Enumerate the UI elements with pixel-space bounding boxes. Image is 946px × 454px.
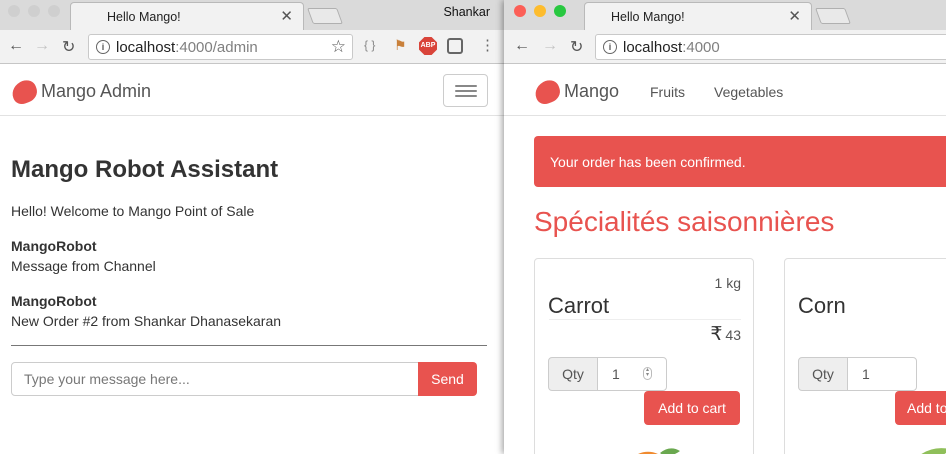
quantity-stepper[interactable]: 1 bbox=[847, 357, 917, 391]
browser-toolbar: ← → ↻ i localhost:4000 bbox=[504, 30, 946, 64]
product-card: 1 Corn Qty 1 Add to bbox=[784, 258, 946, 454]
mango-logo-icon bbox=[8, 77, 41, 107]
welcome-message: Hello! Welcome to Mango Point of Sale bbox=[11, 203, 255, 219]
qty-label: Qty bbox=[548, 357, 598, 391]
chat-message-input[interactable] bbox=[11, 362, 419, 396]
close-window-button[interactable] bbox=[514, 5, 526, 17]
reload-icon[interactable]: ↻ bbox=[62, 37, 75, 57]
add-to-cart-button[interactable]: Add to bbox=[895, 391, 946, 425]
carrot-image-icon bbox=[638, 448, 680, 454]
profile-name[interactable]: Shankar bbox=[443, 5, 490, 19]
url-text: localhost:4000 bbox=[623, 39, 720, 56]
message-author: MangoRobot bbox=[11, 293, 97, 309]
flag-icon[interactable]: ⚑ bbox=[394, 37, 407, 54]
section-heading: Spécialités saisonnières bbox=[534, 206, 835, 237]
tab-close-icon[interactable]: ✕ bbox=[788, 7, 801, 25]
qty-value: 1 bbox=[612, 366, 620, 382]
rupee-icon: ₹ bbox=[710, 324, 723, 345]
address-bar[interactable]: i localhost:4000/admin ☆ bbox=[88, 34, 353, 60]
nav-link-vegetables[interactable]: Vegetables bbox=[714, 84, 783, 100]
tab-title: Hello Mango! bbox=[611, 10, 685, 24]
nav-link-fruits[interactable]: Fruits bbox=[650, 84, 685, 100]
menu-icon[interactable]: ⋮ bbox=[480, 36, 495, 54]
message-author: MangoRobot bbox=[11, 238, 97, 254]
hamburger-bar bbox=[455, 85, 477, 87]
hamburger-bar bbox=[455, 90, 477, 92]
product-weight: 1 kg bbox=[714, 275, 741, 291]
alert-text: Your order has been confirmed. bbox=[550, 154, 746, 170]
page-title: Mango Robot Assistant bbox=[11, 156, 279, 183]
url-text: localhost:4000/admin bbox=[116, 39, 258, 56]
new-tab-button[interactable] bbox=[815, 8, 851, 24]
browser-toolbar: ← → ↻ i localhost:4000/admin ☆ { } ⚑ ABP… bbox=[0, 30, 506, 64]
tab-strip: Hello Mango! ✕ Shankar bbox=[0, 0, 506, 30]
brand-name[interactable]: Mango Admin bbox=[41, 81, 151, 102]
tab-title: Hello Mango! bbox=[107, 10, 181, 24]
back-arrow-icon[interactable]: ← bbox=[514, 37, 530, 55]
send-button[interactable]: Send bbox=[418, 362, 477, 396]
brand-name[interactable]: Mango bbox=[564, 81, 619, 102]
hamburger-menu-button[interactable] bbox=[443, 74, 488, 107]
divider bbox=[11, 345, 487, 346]
add-to-cart-button[interactable]: Add to cart bbox=[644, 391, 740, 425]
store-browser-window: Hello Mango! ✕ ← → ↻ i localhost:4000 Ma… bbox=[504, 0, 946, 454]
forward-arrow-icon[interactable]: → bbox=[542, 37, 558, 55]
braces-icon[interactable]: { } bbox=[364, 38, 375, 52]
corn-image-icon bbox=[921, 448, 946, 454]
quantity-stepper[interactable]: 1 ▴ ▾ bbox=[597, 357, 667, 391]
tab-close-icon[interactable]: ✕ bbox=[280, 7, 293, 25]
product-name: Carrot bbox=[548, 293, 610, 318]
mango-logo-icon bbox=[531, 77, 564, 107]
product-price: ₹43 bbox=[549, 319, 741, 346]
minimize-window-button[interactable] bbox=[534, 5, 546, 17]
info-icon[interactable]: i bbox=[603, 40, 617, 54]
product-image bbox=[905, 445, 946, 454]
price-value: 43 bbox=[725, 327, 741, 343]
order-confirmation-alert: Your order has been confirmed. bbox=[534, 136, 946, 187]
minimize-window-button[interactable] bbox=[28, 5, 40, 17]
new-tab-button[interactable] bbox=[307, 8, 343, 24]
extension-icon[interactable] bbox=[447, 38, 463, 54]
address-bar[interactable]: i localhost:4000 bbox=[595, 34, 946, 60]
message-text: Message from Channel bbox=[11, 258, 156, 274]
product-name: Corn bbox=[798, 293, 846, 318]
product-card: 1 kg Carrot ₹43 Qty 1 ▴ ▾ Add to cart bbox=[534, 258, 754, 454]
zoom-window-button[interactable] bbox=[48, 5, 60, 17]
qty-label: Qty bbox=[798, 357, 848, 391]
store-navbar: Mango Fruits Vegetables bbox=[504, 65, 946, 116]
spinner-icon[interactable]: ▴ ▾ bbox=[643, 367, 652, 380]
browser-tab[interactable]: Hello Mango! ✕ bbox=[584, 2, 812, 30]
zoom-window-button[interactable] bbox=[554, 5, 566, 17]
info-icon[interactable]: i bbox=[96, 40, 110, 54]
browser-tab[interactable]: Hello Mango! ✕ bbox=[70, 2, 304, 30]
reload-icon[interactable]: ↻ bbox=[570, 37, 583, 57]
adblock-icon[interactable]: ABP bbox=[419, 37, 437, 55]
bookmark-star-icon[interactable]: ☆ bbox=[331, 37, 346, 57]
qty-value: 1 bbox=[862, 366, 870, 382]
admin-browser-window: Hello Mango! ✕ Shankar ← → ↻ i localhost… bbox=[0, 0, 506, 454]
hamburger-bar bbox=[455, 95, 477, 97]
forward-arrow-icon[interactable]: → bbox=[34, 37, 50, 55]
back-arrow-icon[interactable]: ← bbox=[8, 37, 24, 55]
message-text: New Order #2 from Shankar Dhanasekaran bbox=[11, 313, 282, 329]
close-window-button[interactable] bbox=[8, 5, 20, 17]
admin-navbar: Mango Admin bbox=[0, 65, 506, 116]
tab-strip: Hello Mango! ✕ bbox=[504, 0, 946, 30]
product-image bbox=[625, 445, 680, 454]
